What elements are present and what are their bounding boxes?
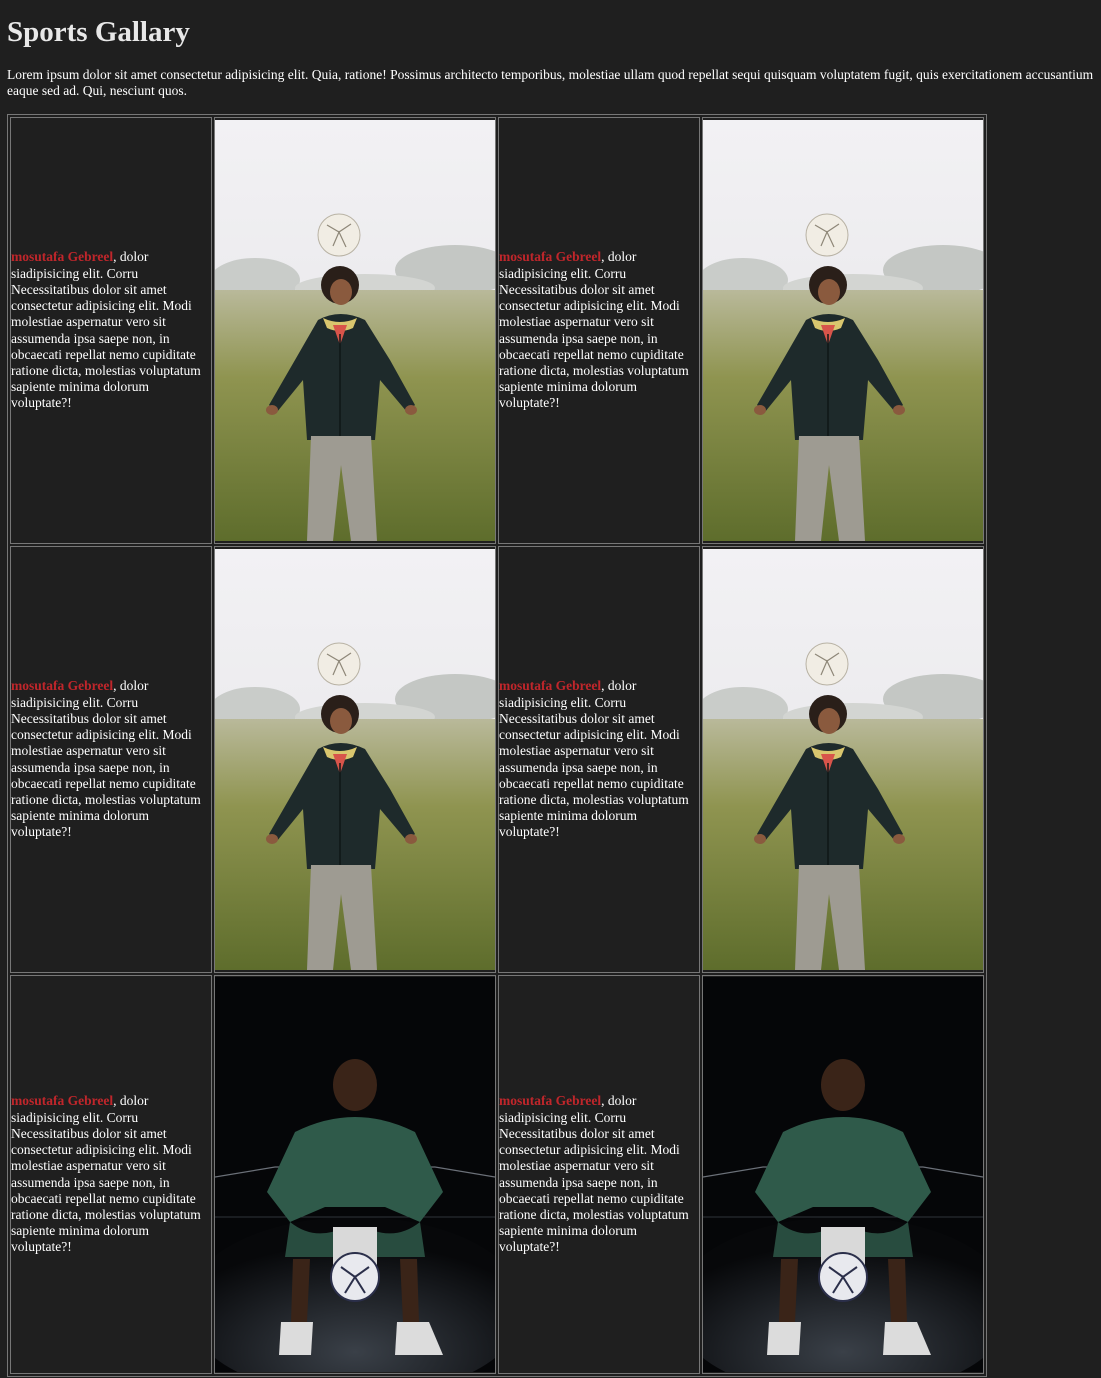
footballer-crouching-on-ball-photo <box>703 977 983 1372</box>
photo-cell <box>214 117 496 544</box>
footballer-heading-ball-photo <box>703 120 983 541</box>
caption-cell: mosutafa Gebreel, dolor siadipisicing el… <box>10 117 212 544</box>
caption-cell: mosutafa Gebreel, dolor siadipisicing el… <box>498 975 700 1374</box>
footballer-heading-ball-photo <box>215 120 495 541</box>
caption-cell: mosutafa Gebreel, dolor siadipisicing el… <box>10 546 212 973</box>
caption-text: , dolor siadipisicing elit. Corru Necess… <box>11 1093 201 1255</box>
photo-cell <box>702 975 984 1374</box>
footballer-crouching-on-ball-photo <box>215 977 495 1372</box>
photo-cell <box>214 546 496 973</box>
photo-cell <box>702 117 984 544</box>
footballer-heading-ball-photo <box>703 549 983 970</box>
photo-cell <box>214 975 496 1374</box>
caption-name: mosutafa Gebreel <box>11 249 114 265</box>
caption-name: mosutafa Gebreel <box>11 678 114 694</box>
caption-text: , dolor siadipisicing elit. Corru Necess… <box>499 1093 689 1255</box>
gallery-row: mosutafa Gebreel, dolor siadipisicing el… <box>10 117 984 544</box>
caption-text: , dolor siadipisicing elit. Corru Necess… <box>499 678 689 840</box>
caption-name: mosutafa Gebreel <box>499 678 602 694</box>
intro-paragraph: Lorem ipsum dolor sit amet consectetur a… <box>7 67 1094 98</box>
gallery-row: mosutafa Gebreel, dolor siadipisicing el… <box>10 546 984 973</box>
caption-text: , dolor siadipisicing elit. Corru Necess… <box>11 249 201 411</box>
footballer-heading-ball-photo <box>215 549 495 970</box>
caption-name: mosutafa Gebreel <box>499 249 602 265</box>
caption-name: mosutafa Gebreel <box>499 1093 602 1109</box>
page: Sports Gallary Lorem ipsum dolor sit ame… <box>0 0 1101 1377</box>
gallery-row: mosutafa Gebreel, dolor siadipisicing el… <box>10 975 984 1374</box>
caption-text: , dolor siadipisicing elit. Corru Necess… <box>499 249 689 411</box>
caption-cell: mosutafa Gebreel, dolor siadipisicing el… <box>498 546 700 973</box>
caption-cell: mosutafa Gebreel, dolor siadipisicing el… <box>10 975 212 1374</box>
gallery-table: mosutafa Gebreel, dolor siadipisicing el… <box>7 114 987 1377</box>
page-title: Sports Gallary <box>7 16 190 48</box>
caption-cell: mosutafa Gebreel, dolor siadipisicing el… <box>498 117 700 544</box>
photo-cell <box>702 546 984 973</box>
caption-text: , dolor siadipisicing elit. Corru Necess… <box>11 678 201 840</box>
caption-name: mosutafa Gebreel <box>11 1093 114 1109</box>
